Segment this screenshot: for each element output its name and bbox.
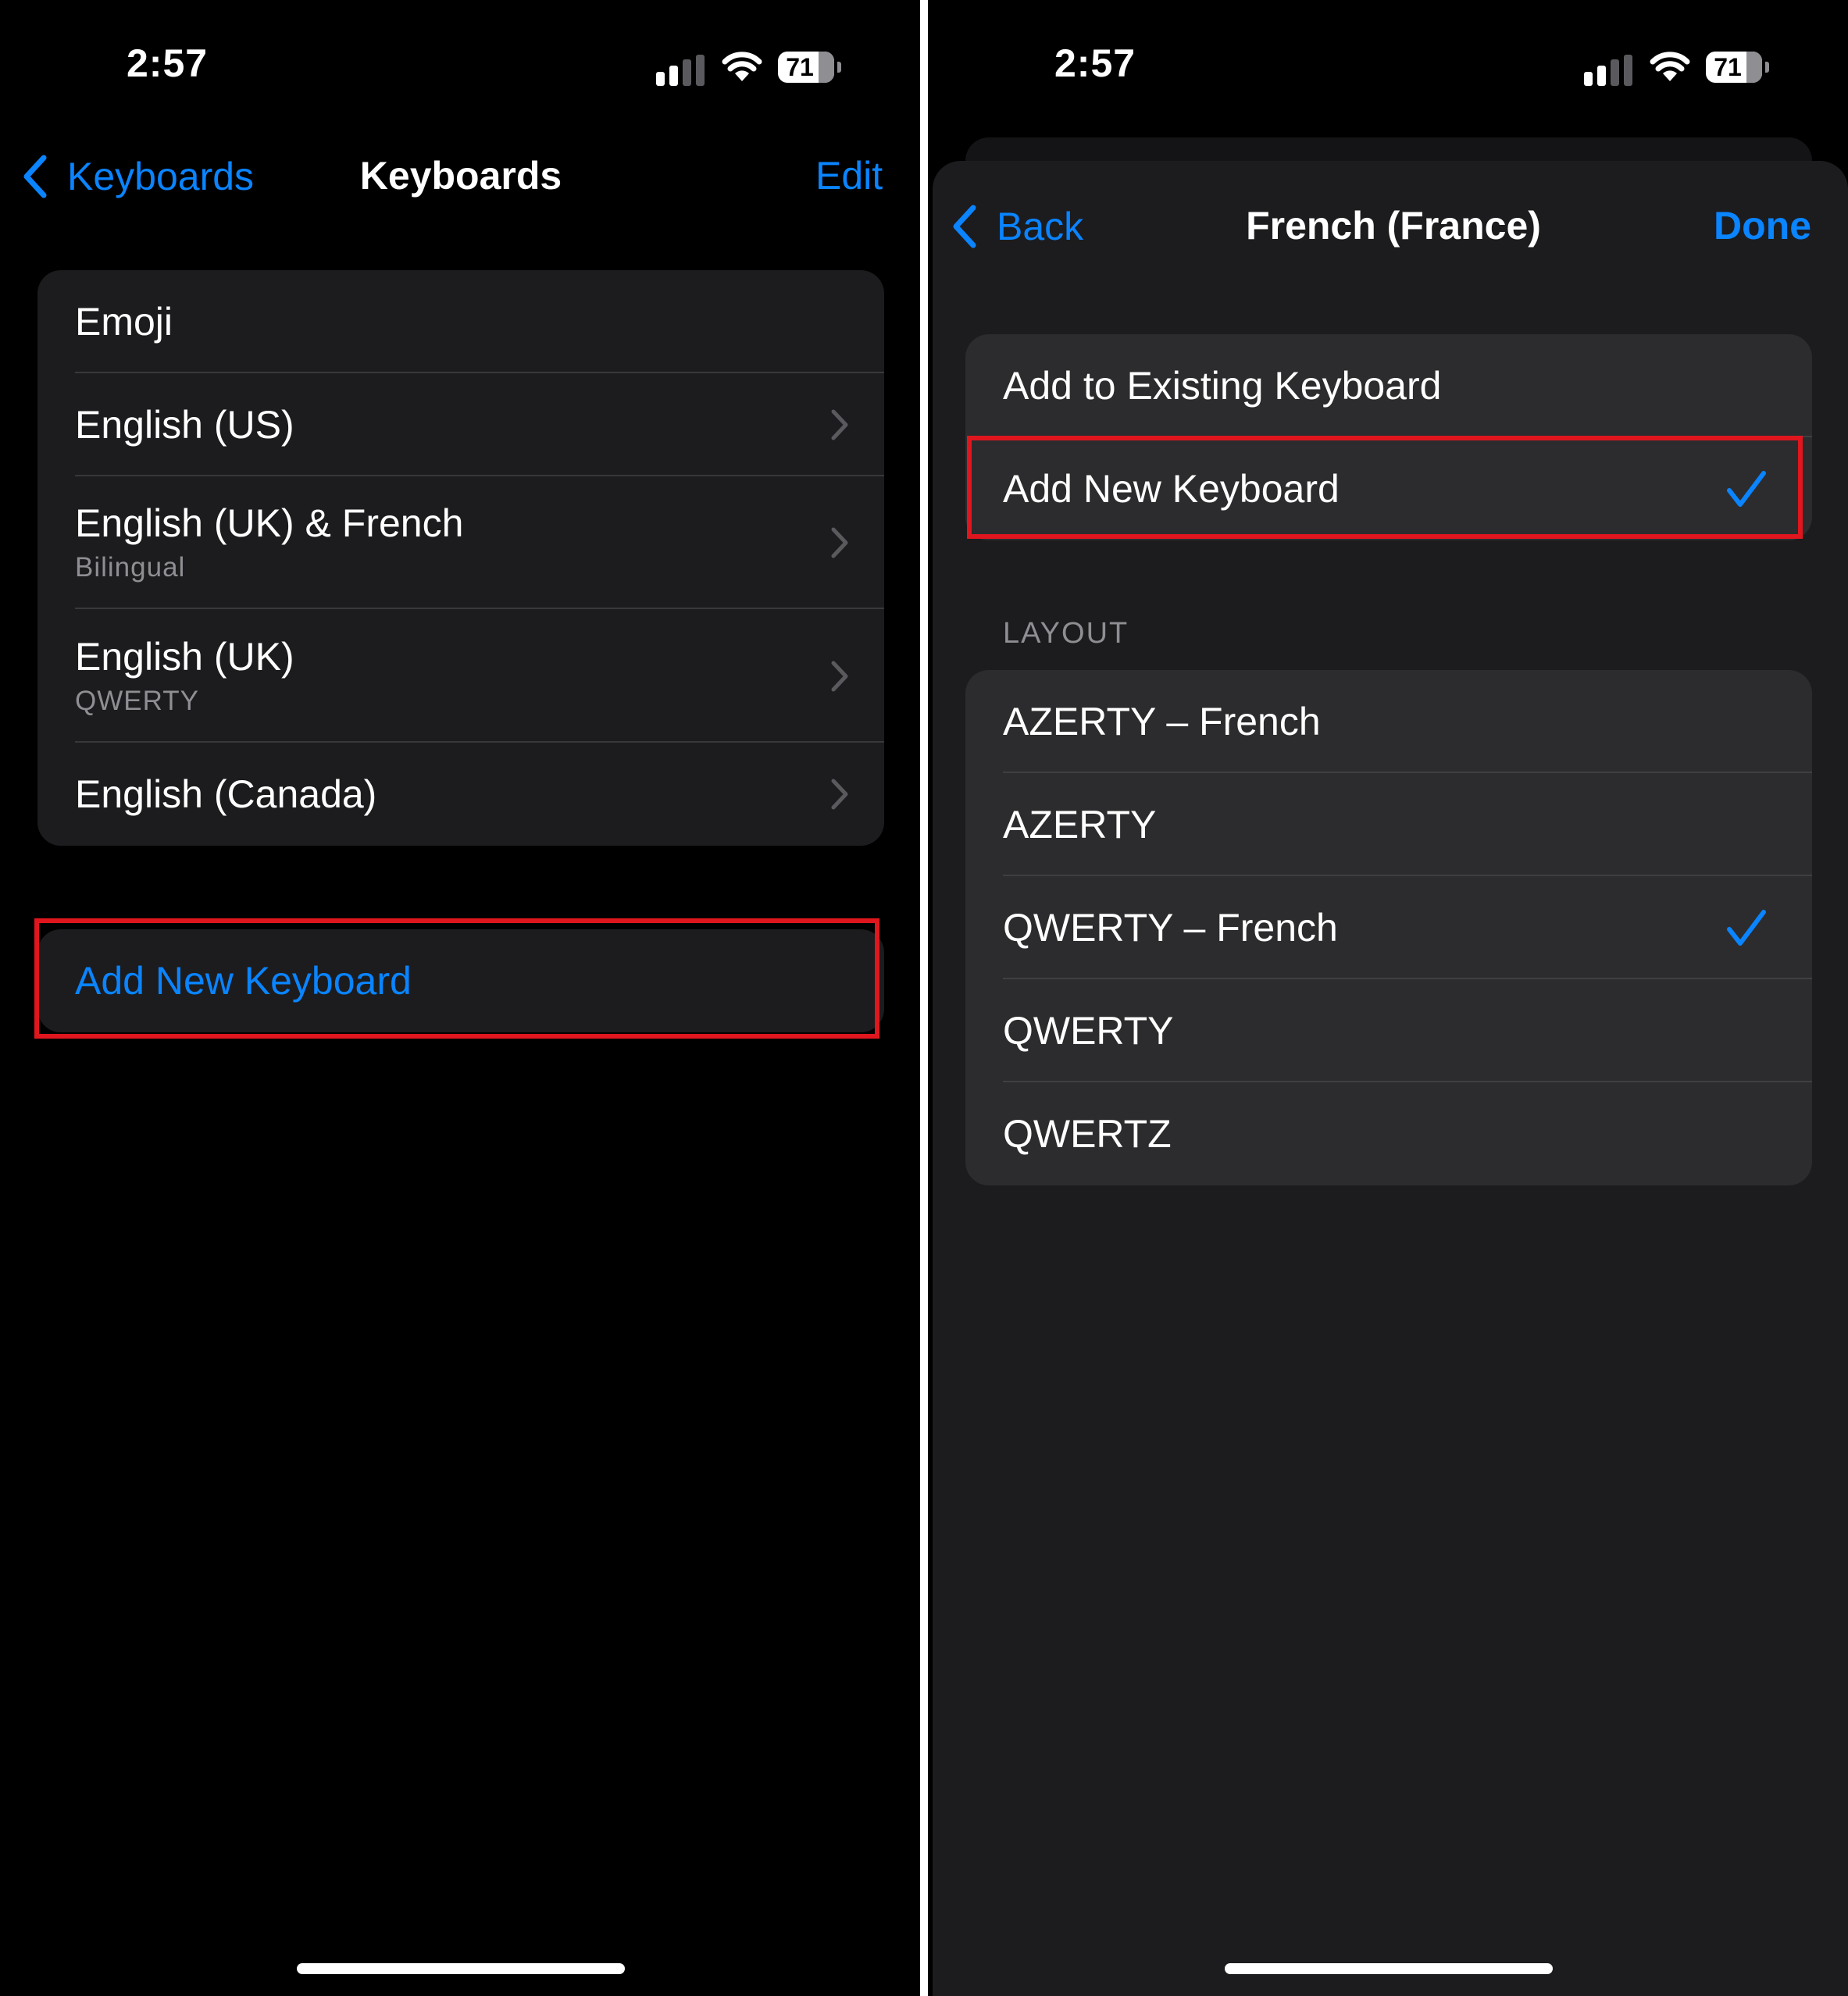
back-button-label: Back (997, 205, 1084, 248)
cellular-signal-icon (1584, 55, 1632, 86)
panel-divider (920, 0, 928, 1996)
chevron-left-icon (23, 155, 47, 198)
checkmark-icon (1727, 910, 1766, 946)
layout-section-header: LAYOUT (1003, 617, 1129, 650)
list-item-english-canada[interactable]: English (Canada) (37, 743, 884, 846)
layout-label: AZERTY (1003, 803, 1157, 847)
keyboards-list: Emoji English (US) English (UK) & French… (37, 270, 884, 846)
add-to-existing-keyboard-option[interactable]: Add to Existing Keyboard (965, 334, 1812, 437)
modal-sheet: Back French (France) Done Add to Existin… (933, 161, 1848, 1996)
list-item-label: English (UK) & French (75, 501, 464, 545)
option-label: Add New Keyboard (1003, 467, 1340, 511)
list-item-emoji[interactable]: Emoji (37, 270, 884, 373)
list-item-sublabel: Bilingual (75, 552, 186, 583)
layout-azerty[interactable]: AZERTY (965, 773, 1812, 876)
list-item-english-us[interactable]: English (US) (37, 373, 884, 476)
list-item-english-uk-french[interactable]: English (UK) & French Bilingual (37, 476, 884, 609)
chevron-right-icon (831, 527, 848, 558)
back-button[interactable]: Back (951, 203, 1083, 250)
add-new-keyboard-option[interactable]: Add New Keyboard (965, 437, 1812, 540)
keyboards-screen: 2:57 71 Keyboards Keyboards Edit Emoji E… (0, 0, 920, 1996)
list-item-label: English (Canada) (75, 772, 377, 816)
battery-icon: 71 (778, 52, 834, 83)
home-indicator (1225, 1963, 1553, 1974)
chevron-right-icon (831, 409, 848, 440)
add-new-keyboard-button[interactable]: Add New Keyboard (37, 929, 884, 1032)
layout-label: QWERTZ (1003, 1112, 1172, 1156)
cellular-signal-icon (656, 55, 705, 86)
list-item-sublabel: QWERTY (75, 685, 199, 716)
status-time: 2:57 (127, 41, 209, 85)
layout-azerty-french[interactable]: AZERTY – French (965, 670, 1812, 773)
battery-nub (1765, 62, 1769, 73)
battery-nub (837, 62, 841, 73)
back-button-label: Keyboards (67, 155, 255, 198)
battery-icon: 71 (1706, 52, 1762, 83)
battery-level: 71 (786, 53, 814, 81)
add-new-keyboard-label: Add New Keyboard (75, 959, 412, 1003)
chevron-right-icon (831, 661, 848, 691)
layout-label: QWERTY (1003, 1009, 1174, 1053)
chevron-right-icon (831, 779, 848, 810)
done-button[interactable]: Done (1714, 203, 1811, 248)
layout-qwerty[interactable]: QWERTY (965, 979, 1812, 1082)
wifi-icon (722, 52, 762, 81)
layout-label: AZERTY – French (1003, 700, 1321, 743)
chevron-left-icon (953, 205, 976, 248)
layout-list: AZERTY – French AZERTY QWERTY – French Q… (965, 670, 1812, 1185)
option-label: Add to Existing Keyboard (1003, 364, 1442, 408)
list-item-label: Emoji (75, 300, 173, 344)
list-item-label: English (UK) (75, 634, 294, 679)
status-time: 2:57 (1054, 41, 1136, 85)
home-indicator (297, 1963, 625, 1974)
keyboard-option-list: Add to Existing Keyboard Add New Keyboar… (965, 334, 1812, 540)
status-icons: 71 (656, 48, 851, 87)
wifi-icon (1650, 52, 1690, 81)
page-title: French (France) (1246, 204, 1541, 248)
battery-level: 71 (1714, 53, 1742, 81)
layout-label: QWERTY – French (1003, 906, 1338, 950)
add-new-keyboard-group: Add New Keyboard (37, 929, 884, 1032)
status-icons: 71 (1584, 48, 1779, 87)
french-france-screen: 2:57 71 Back French (France) Done Add to… (928, 0, 1848, 1996)
layout-qwerty-french[interactable]: QWERTY – French (965, 876, 1812, 979)
list-item-label: English (US) (75, 403, 294, 447)
list-item-english-uk[interactable]: English (UK) QWERTY (37, 609, 884, 743)
layout-qwertz[interactable]: QWERTZ (965, 1082, 1812, 1185)
back-button[interactable]: Keyboards (22, 153, 254, 200)
page-title: Keyboards (359, 154, 562, 198)
checkmark-icon (1727, 471, 1766, 507)
edit-button[interactable]: Edit (815, 153, 883, 198)
